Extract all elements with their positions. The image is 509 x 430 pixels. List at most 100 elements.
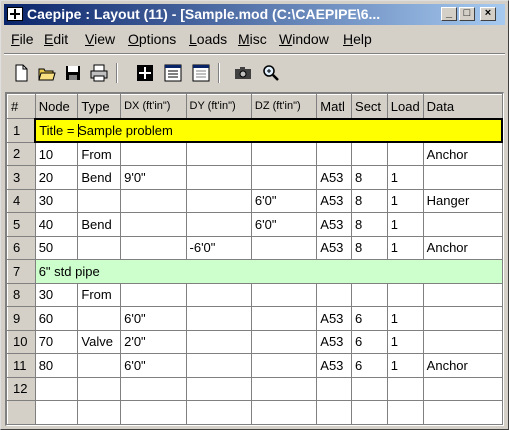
grid-cell[interactable]: Valve bbox=[77, 330, 122, 354]
grid-cell[interactable]: 1 bbox=[387, 212, 424, 237]
row-number[interactable] bbox=[7, 400, 36, 425]
row-number[interactable]: 9 bbox=[7, 306, 36, 331]
layout-window-icon[interactable] bbox=[190, 62, 212, 84]
maximize-button[interactable]: □ bbox=[459, 7, 475, 21]
grid-cell[interactable]: 2'0" bbox=[120, 330, 187, 354]
zoom-icon[interactable] bbox=[260, 62, 282, 84]
grid-cell[interactable]: 6'0" bbox=[251, 189, 318, 213]
row-number[interactable]: 4 bbox=[7, 188, 36, 213]
row-number[interactable]: 6 bbox=[7, 235, 36, 260]
row-number[interactable]: 11 bbox=[7, 353, 36, 378]
grid-cell[interactable] bbox=[186, 377, 252, 401]
menu-options[interactable]: Options bbox=[128, 31, 176, 47]
grid-cell[interactable]: Anchor bbox=[423, 142, 503, 166]
menu-edit[interactable]: Edit bbox=[44, 31, 68, 47]
grid-cell[interactable] bbox=[186, 189, 252, 213]
grid-cell[interactable]: 80 bbox=[35, 353, 79, 378]
grid-cell[interactable]: A53 bbox=[316, 212, 353, 237]
menu-file[interactable]: File bbox=[11, 31, 34, 47]
row-number[interactable]: 8 bbox=[7, 282, 36, 307]
grid-cell[interactable]: A53 bbox=[316, 165, 353, 190]
print-icon[interactable] bbox=[88, 62, 110, 84]
grid-cell[interactable]: 6'0" bbox=[120, 306, 187, 331]
grid-cell[interactable] bbox=[120, 236, 187, 260]
grid-cell[interactable] bbox=[423, 400, 503, 425]
grid-cell[interactable] bbox=[316, 283, 353, 307]
grid-cell[interactable]: 30 bbox=[35, 189, 79, 213]
grid-cell[interactable]: From bbox=[77, 142, 122, 166]
column-header[interactable]: DX (ft'in") bbox=[120, 94, 187, 119]
grid-cell[interactable] bbox=[120, 212, 187, 237]
save-disk-icon[interactable] bbox=[62, 62, 84, 84]
grid-cell[interactable]: 60 bbox=[35, 306, 79, 331]
grid-cell[interactable] bbox=[387, 377, 424, 401]
grid-cell[interactable]: A53 bbox=[316, 236, 353, 260]
column-header[interactable]: Matl bbox=[316, 94, 353, 119]
grid-cell[interactable]: Bend bbox=[77, 165, 122, 190]
grid-cell[interactable]: -6'0" bbox=[186, 236, 252, 260]
grid-cell[interactable] bbox=[316, 377, 353, 401]
app-icon[interactable] bbox=[7, 7, 23, 21]
grid-cell[interactable]: 6 bbox=[351, 353, 388, 378]
row-number[interactable]: 3 bbox=[7, 165, 36, 190]
grid-cell[interactable] bbox=[423, 306, 503, 331]
grid-cell[interactable]: 20 bbox=[35, 165, 79, 190]
menu-view[interactable]: View bbox=[85, 31, 115, 47]
grid-cell[interactable] bbox=[351, 377, 388, 401]
grid-cell[interactable] bbox=[423, 165, 503, 190]
layout-grid[interactable]: # Node Type DX (ft'in") DY (ft'in") DZ (ft'in… bbox=[5, 92, 504, 426]
grid-cell[interactable]: 6 bbox=[351, 330, 388, 354]
new-file-icon[interactable] bbox=[10, 62, 32, 84]
grid-cell[interactable] bbox=[120, 283, 187, 307]
grid-cell[interactable] bbox=[186, 306, 252, 331]
grid-cell[interactable] bbox=[35, 377, 79, 401]
grid-cell[interactable]: 8 bbox=[351, 212, 388, 237]
row-number[interactable]: 2 bbox=[7, 141, 36, 166]
column-header[interactable]: Node bbox=[34, 94, 79, 119]
grid-cell[interactable]: 1 bbox=[387, 306, 424, 331]
grid-cell[interactable] bbox=[77, 189, 122, 213]
grid-cell[interactable]: Anchor bbox=[423, 236, 503, 260]
grid-cell[interactable] bbox=[120, 189, 187, 213]
grid-cell[interactable] bbox=[186, 353, 252, 378]
grid-cell[interactable] bbox=[251, 353, 318, 378]
grid-cell[interactable]: A53 bbox=[316, 353, 353, 378]
column-header[interactable]: Load bbox=[386, 94, 424, 119]
list-window-icon[interactable] bbox=[162, 62, 184, 84]
grid-cell[interactable]: 1 bbox=[387, 236, 424, 260]
grid-cell[interactable] bbox=[251, 400, 318, 425]
grid-cell[interactable]: 30 bbox=[35, 283, 79, 307]
grid-cell[interactable] bbox=[77, 400, 122, 425]
grid-cell[interactable] bbox=[423, 377, 503, 401]
menu-misc[interactable]: Misc bbox=[238, 31, 267, 47]
grid-cell[interactable] bbox=[77, 306, 122, 331]
grid-cell[interactable] bbox=[351, 283, 388, 307]
grid-cell[interactable] bbox=[251, 236, 318, 260]
menu-window[interactable]: Window bbox=[279, 31, 329, 47]
grid-cell[interactable] bbox=[316, 400, 353, 425]
grid-cell[interactable] bbox=[35, 400, 79, 425]
grid-cell[interactable] bbox=[387, 400, 424, 425]
title-input[interactable]: Title = Sample problem bbox=[34, 117, 503, 143]
graphics-window-icon[interactable] bbox=[134, 62, 156, 84]
grid-cell[interactable] bbox=[251, 330, 318, 354]
column-header[interactable]: Sect bbox=[351, 94, 388, 119]
menu-help[interactable]: Help bbox=[343, 31, 372, 47]
row-number[interactable]: 1 bbox=[7, 118, 36, 143]
row-number[interactable]: 10 bbox=[7, 329, 36, 354]
grid-cell[interactable] bbox=[423, 212, 503, 237]
grid-cell[interactable]: A53 bbox=[316, 330, 353, 354]
row-number[interactable]: 7 bbox=[7, 259, 36, 284]
grid-cell[interactable] bbox=[186, 165, 252, 190]
grid-cell[interactable] bbox=[120, 400, 187, 425]
grid-cell[interactable]: 8 bbox=[351, 165, 388, 190]
close-button[interactable]: × bbox=[480, 7, 496, 21]
camera-icon[interactable] bbox=[232, 62, 254, 84]
column-header[interactable]: DY (ft'in") bbox=[185, 94, 252, 119]
grid-cell[interactable]: 70 bbox=[35, 330, 79, 354]
grid-cell[interactable] bbox=[186, 142, 252, 166]
grid-cell[interactable] bbox=[186, 330, 252, 354]
grid-cell[interactable]: Bend bbox=[77, 212, 122, 237]
grid-cell[interactable] bbox=[251, 142, 318, 166]
grid-cell[interactable]: 1 bbox=[387, 165, 424, 190]
